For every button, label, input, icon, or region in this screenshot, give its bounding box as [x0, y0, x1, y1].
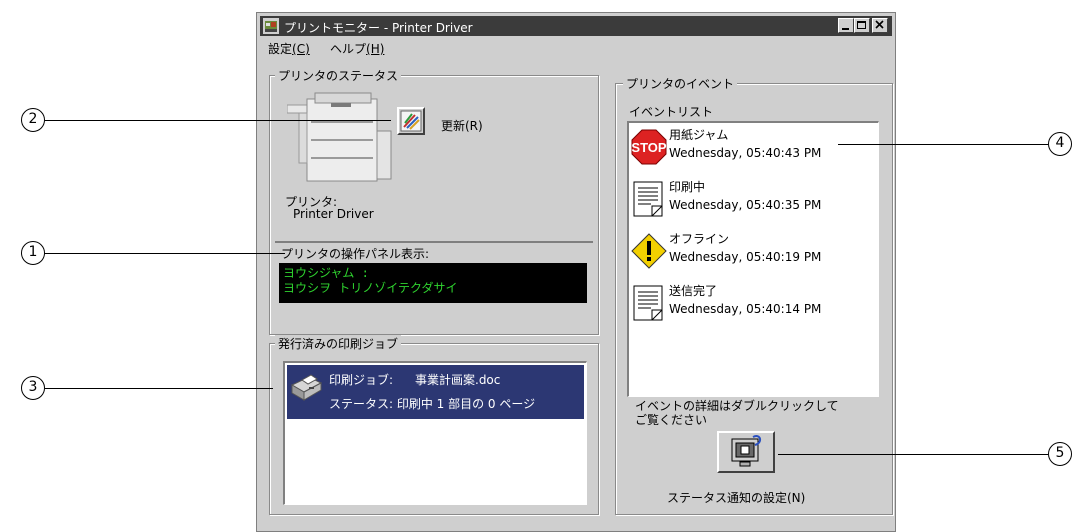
job-label: 印刷ジョブ: — [329, 373, 394, 387]
event-time: Wednesday, 05:40:35 PM — [669, 198, 822, 212]
close-icon — [875, 20, 884, 29]
panel-divider — [275, 241, 593, 243]
callout-1-line — [45, 253, 285, 254]
event-name: 印刷中 — [669, 180, 706, 194]
event-item[interactable]: 印刷中 Wednesday, 05:40:35 PM — [629, 180, 869, 229]
callout-2-line — [45, 120, 391, 121]
callout-4-line — [838, 144, 1048, 145]
refresh-button[interactable] — [397, 107, 425, 135]
warning-icon — [631, 233, 667, 269]
menu-settings[interactable]: 設定(C) — [268, 40, 310, 57]
close-button[interactable] — [872, 18, 888, 33]
event-item[interactable]: オフライン Wednesday, 05:40:19 PM — [629, 232, 869, 281]
event-list[interactable]: STOP 用紙ジャム Wednesday, 05:40:43 PM 印刷中 We… — [627, 121, 879, 397]
minimize-button[interactable] — [838, 18, 854, 33]
callout-3-line — [45, 388, 273, 389]
event-name: 送信完了 — [669, 284, 718, 298]
printer-name: Printer Driver — [293, 207, 374, 221]
status-notification-settings-button[interactable] — [717, 431, 775, 473]
printer-image — [287, 92, 392, 182]
refresh-icon — [400, 110, 422, 132]
print-jobs-list[interactable]: 印刷ジョブ: 事業計画案.doc ステータス: 印刷中 1 部目の 0 ページ — [283, 361, 587, 505]
document-icon — [633, 181, 663, 217]
event-item[interactable]: STOP 用紙ジャム Wednesday, 05:40:43 PM — [629, 128, 869, 177]
callout-2: 2 — [21, 108, 45, 132]
event-name: オフライン — [669, 232, 730, 246]
event-name: 用紙ジャム — [669, 128, 729, 142]
callout-3: 3 — [21, 376, 45, 400]
event-list-label: イベントリスト — [629, 105, 714, 119]
event-time: Wednesday, 05:40:14 PM — [669, 302, 822, 316]
stop-icon-text: STOP — [631, 140, 666, 155]
operation-panel-title: プリンタの操作パネル表示: — [281, 247, 430, 261]
printer-job-icon — [290, 374, 323, 401]
printer-monitor-app-icon — [263, 18, 279, 34]
callout-5-line — [778, 454, 1048, 455]
stop-icon: STOP — [631, 129, 667, 165]
print-jobs-group-title: 発行済みの印刷ジョブ — [275, 335, 402, 352]
event-time: Wednesday, 05:40:43 PM — [669, 146, 822, 160]
event-hint-line-2: ご覧ください — [635, 413, 708, 427]
window-title: プリントモニター - Printer Driver — [284, 21, 473, 35]
title-bar[interactable]: プリントモニター - Printer Driver — [260, 16, 892, 36]
callout-4: 4 — [1048, 132, 1072, 156]
maximize-button[interactable] — [854, 18, 870, 33]
refresh-label[interactable]: 更新(R) — [441, 117, 483, 134]
menu-help[interactable]: ヘルプ(H) — [330, 40, 384, 57]
printer-status-group-title: プリンタのステータス — [275, 67, 402, 84]
job-name: 事業計画案.doc — [415, 373, 501, 387]
menu-bar: 設定(C) ヘルプ(H) — [260, 37, 892, 57]
event-item[interactable]: 送信完了 Wednesday, 05:40:14 PM — [629, 284, 869, 333]
callout-1: 1 — [21, 241, 45, 265]
operation-panel-display: ヨウシジャム : ヨウシヲ トリノゾイテクダサイ — [279, 263, 587, 303]
printer-events-group-title: プリンタのイベント — [623, 75, 738, 92]
panel-line-2: ヨウシヲ トリノゾイテクダサイ — [283, 281, 458, 295]
document-icon — [633, 285, 663, 321]
callout-5: 5 — [1048, 442, 1072, 466]
panel-line-1: ヨウシジャム : — [283, 266, 369, 280]
print-job-row[interactable]: 印刷ジョブ: 事業計画案.doc ステータス: 印刷中 1 部目の 0 ページ — [287, 365, 584, 419]
event-time: Wednesday, 05:40:19 PM — [669, 250, 822, 264]
job-status: ステータス: 印刷中 1 部目の 0 ページ — [329, 397, 536, 411]
status-notification-settings-label[interactable]: ステータス通知の設定(N) — [667, 489, 805, 506]
monitor-settings-icon — [731, 435, 761, 467]
